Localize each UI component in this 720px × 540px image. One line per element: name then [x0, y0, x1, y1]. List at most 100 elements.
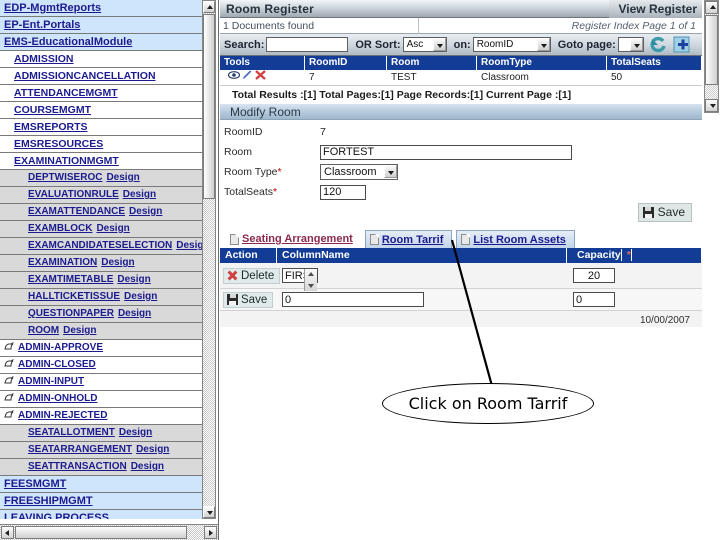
tab-room-tarrif[interactable]: Room Tarrif — [364, 230, 453, 248]
sidebar-item-label[interactable]: SEATALLOTMENT — [28, 427, 115, 438]
sidebar-item-admin-approve[interactable]: ADMIN-APPROVE — [0, 340, 203, 357]
sidebar-hscroll-thumb[interactable] — [15, 526, 187, 539]
main-scroll-down-button[interactable] — [705, 99, 718, 112]
sidebar-item-label[interactable]: EVALUATIONRULE — [28, 189, 119, 200]
sidebar-item-ems-educationalmodule[interactable]: EMS-EducationalModule — [0, 34, 203, 51]
sidebar-item-examattendance[interactable]: EXAMATTENDANCE Design — [0, 204, 203, 221]
sidebar-item-label[interactable]: EXAMINATION — [28, 257, 97, 268]
tab-seating-arrangement[interactable]: Seating Arrangement — [226, 230, 361, 248]
sidebar-item-label[interactable]: COURSEMGMT — [14, 104, 91, 116]
main-scroll-thumb[interactable] — [705, 15, 718, 85]
search-input[interactable] — [266, 37, 349, 52]
sidebar-item-label[interactable]: EMSRESOURCES — [14, 138, 103, 150]
sidebar-item-label[interactable]: ADMIN-ONHOLD — [18, 393, 97, 404]
table-row[interactable]: Save — [220, 289, 702, 311]
sidebar-item-admissioncancellation[interactable]: ADMISSIONCANCELLATION — [0, 68, 203, 85]
main-scroll-up-button[interactable] — [705, 1, 718, 14]
sidebar-item-label[interactable]: EP-Ent.Portals — [4, 19, 80, 31]
sidebar-item-label[interactable]: ROOM — [28, 325, 59, 336]
listbox-scrollbar[interactable] — [303, 268, 317, 291]
sidebar-item-label[interactable]: LEAVING PROCESS — [4, 512, 109, 519]
main-vertical-scrollbar[interactable] — [704, 0, 719, 113]
sidebar-item-label[interactable]: FEESMGMT — [4, 478, 66, 490]
sidebar-scroll-down-button[interactable] — [203, 506, 215, 518]
delete-button[interactable]: Delete — [223, 267, 281, 284]
sidebar-vertical-scrollbar[interactable] — [202, 0, 216, 519]
sidebar-item-design-link[interactable]: Design — [118, 308, 151, 319]
sidebar-item-design-link[interactable]: Design — [101, 257, 134, 268]
sidebar-item-room[interactable]: ROOM Design — [0, 323, 203, 340]
sidebar-item-seattransaction[interactable]: SEATTRANSACTION Design — [0, 459, 203, 476]
sidebar-scroll-left-button[interactable] — [1, 526, 14, 539]
sidebar-item-examblock[interactable]: EXAMBLOCK Design — [0, 221, 203, 238]
sidebar-scroll-up-button[interactable] — [203, 1, 215, 13]
sidebar-scroll-thumb[interactable] — [203, 14, 215, 199]
columnname-listbox[interactable]: FIRST — [282, 267, 318, 291]
sidebar-item-label[interactable]: SEATTRANSACTION — [28, 461, 127, 472]
sidebar-item-label[interactable]: ADMIN-CLOSED — [18, 359, 96, 370]
add-icon[interactable] — [672, 35, 692, 55]
chevron-down-icon[interactable] — [629, 38, 643, 51]
sidebar-item-label[interactable]: EXAMINATIONMGMT — [14, 155, 119, 167]
sidebar-item-label[interactable]: EXAMBLOCK — [28, 223, 92, 234]
sidebar-item-admin-input[interactable]: ADMIN-INPUT — [0, 374, 203, 391]
sidebar-item-label[interactable]: ADMIN-REJECTED — [18, 410, 107, 421]
sidebar-item-design-link[interactable]: Design — [136, 444, 169, 455]
room-input[interactable] — [320, 144, 572, 160]
row-save-button[interactable]: Save — [223, 291, 274, 308]
sidebar-item-label[interactable]: EMS-EducationalModule — [4, 36, 132, 48]
sidebar-item-label[interactable]: ATTENDANCEMGMT — [14, 87, 118, 99]
tab-list-room-assets[interactable]: List Room Assets — [456, 230, 575, 248]
sidebar-item-admin-closed[interactable]: ADMIN-CLOSED — [0, 357, 203, 374]
sidebar-item-label[interactable]: ADMIN-INPUT — [18, 376, 84, 387]
chevron-down-icon[interactable] — [384, 165, 397, 178]
new-columnname-input[interactable] — [282, 292, 424, 307]
save-button[interactable]: Save — [637, 203, 692, 222]
sidebar-item-questionpaper[interactable]: QUESTIONPAPER Design — [0, 306, 203, 323]
sort-field-select[interactable]: RoomID — [472, 37, 551, 52]
sidebar-horizontal-scrollbar[interactable] — [0, 524, 218, 540]
sidebar-item-hallticketissue[interactable]: HALLTICKETISSUE Design — [0, 289, 203, 306]
sidebar-item-admin-rejected[interactable]: ADMIN-REJECTED — [0, 408, 203, 425]
sidebar-item-examinationmgmt[interactable]: EXAMINATIONMGMT — [0, 153, 203, 170]
sidebar-item-label[interactable]: EXAMTIMETABLE — [28, 274, 113, 285]
sidebar-item-examtimetable[interactable]: EXAMTIMETABLE Design — [0, 272, 203, 289]
sidebar-item-deptwiseroc[interactable]: DEPTWISEROC Design — [0, 170, 203, 187]
sidebar-item-label[interactable]: SEATARRANGEMENT — [28, 444, 132, 455]
sidebar-item-emsresources[interactable]: EMSRESOURCES — [0, 136, 203, 153]
sidebar-item-freeshipmgmt[interactable]: FREESHIPMGMT — [0, 493, 203, 510]
sidebar-item-label[interactable]: EXAMCANDIDATESELECTION — [28, 240, 172, 251]
sidebar-item-design-link[interactable]: Design — [119, 427, 152, 438]
sidebar-item-design-link[interactable]: Design — [123, 189, 156, 200]
sidebar-item-label[interactable]: HALLTICKETISSUE — [28, 291, 120, 302]
sidebar-item-design-link[interactable]: Design — [176, 240, 203, 251]
sidebar-item-label[interactable]: ADMISSIONCANCELLATION — [14, 70, 156, 82]
capacity-input[interactable] — [573, 268, 615, 283]
roomtype-select[interactable]: Classroom — [320, 164, 398, 180]
sidebar-item-seatarrangement[interactable]: SEATARRANGEMENT Design — [0, 442, 203, 459]
table-row[interactable]: Delete FIRST — [220, 263, 702, 291]
sidebar-item-label[interactable]: EXAMATTENDANCE — [28, 206, 125, 217]
sidebar-item-label[interactable]: EDP-MgmtReports — [4, 2, 101, 14]
sidebar-item-edp-mgmtreports[interactable]: EDP-MgmtReports — [0, 0, 203, 17]
sidebar-item-label[interactable]: DEPTWISEROC — [28, 172, 102, 183]
sidebar-item-ep-ent-portals[interactable]: EP-Ent.Portals — [0, 17, 203, 34]
refresh-icon[interactable] — [648, 35, 668, 55]
sort-direction-select[interactable]: Asc — [402, 37, 447, 52]
sidebar-item-admission[interactable]: ADMISSION — [0, 51, 203, 68]
sidebar-item-label[interactable]: EMSREPORTS — [14, 121, 88, 133]
chevron-down-icon[interactable] — [432, 38, 446, 51]
sidebar-item-emsreports[interactable]: EMSREPORTS — [0, 119, 203, 136]
sidebar-item-design-link[interactable]: Design — [124, 291, 157, 302]
sidebar-item-design-link[interactable]: Design — [96, 223, 129, 234]
sidebar-item-design-link[interactable]: Design — [106, 172, 139, 183]
sidebar-item-feesmgmt[interactable]: FEESMGMT — [0, 476, 203, 493]
chevron-down-icon[interactable] — [536, 38, 550, 51]
sidebar-item-leaving-process[interactable]: LEAVING PROCESS — [0, 510, 203, 519]
sidebar-item-design-link[interactable]: Design — [63, 325, 96, 336]
sidebar-item-examcandidateselection[interactable]: EXAMCANDIDATESELECTION Design — [0, 238, 203, 255]
sidebar-item-label[interactable]: FREESHIPMGMT — [4, 495, 93, 507]
sidebar-item-attendancemgmt[interactable]: ATTENDANCEMGMT — [0, 85, 203, 102]
new-capacity-input[interactable] — [573, 292, 615, 307]
sidebar-item-coursemgmt[interactable]: COURSEMGMT — [0, 102, 203, 119]
